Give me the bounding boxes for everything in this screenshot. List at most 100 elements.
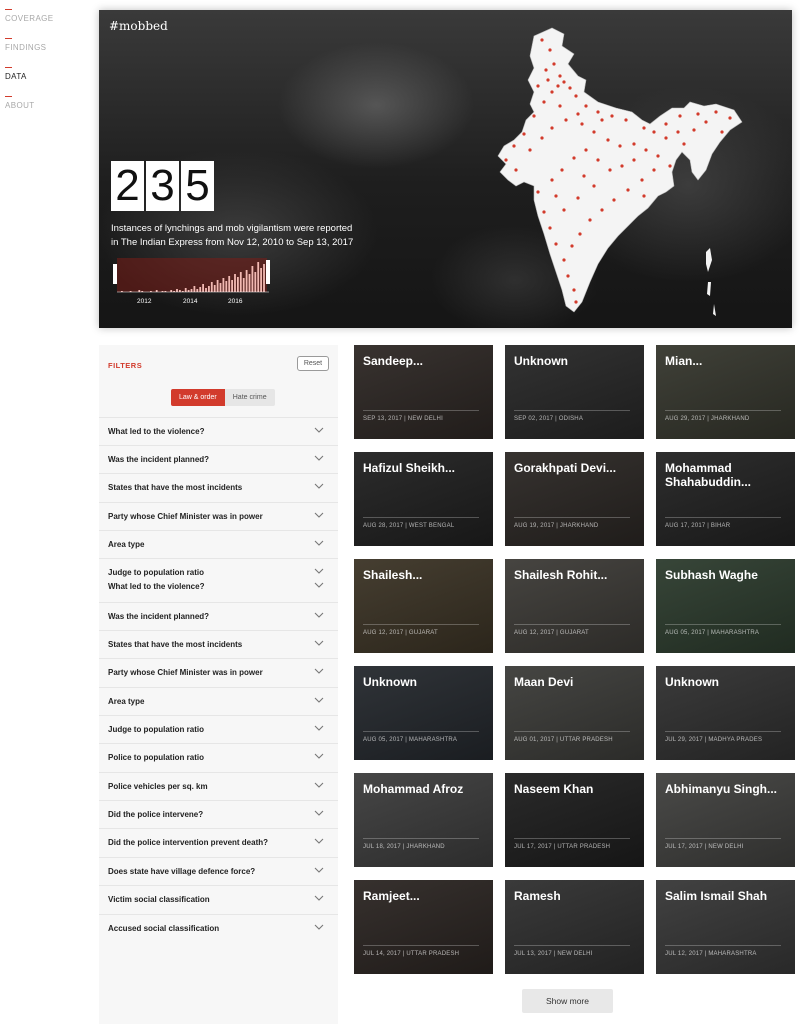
incident-card[interactable]: Gorakhpati Devi... AUG 19, 2017 | JHARKHA… (505, 452, 644, 546)
crime-type-toggle: Law & order Hate crime (171, 389, 275, 406)
histogram-bar (237, 277, 239, 292)
nav-item-about[interactable]: ABOUT (5, 96, 35, 110)
filter-row[interactable]: Was the incident planned? (99, 445, 338, 473)
filters-panel: FILTERS Reset Law & order Hate crime Wha… (99, 345, 338, 1024)
victim-name: Mian... (665, 354, 703, 368)
incident-card[interactable]: Mian... AUG 29, 2017 | JHARKHAND (656, 345, 795, 439)
incident-card[interactable]: Salim Ismail Shah JUL 12, 2017 | MAHARASH… (656, 880, 795, 974)
filter-row[interactable]: Did the police intervention prevent deat… (99, 828, 338, 856)
incident-dot (570, 244, 574, 248)
incident-dot (668, 164, 672, 168)
incident-dot (558, 74, 562, 78)
india-incident-map[interactable] (494, 20, 754, 320)
histogram-bar (205, 288, 207, 292)
incident-dot (554, 242, 558, 246)
incident-date-location: AUG 05, 2017 | MAHARASHTRA (363, 737, 458, 743)
incident-dot (596, 158, 600, 162)
card-divider (665, 731, 781, 732)
nav-item-coverage[interactable]: COVERAGE (5, 9, 54, 23)
incident-dot (562, 80, 566, 84)
card-divider (363, 410, 479, 411)
incident-card[interactable]: Subhash Waghe AUG 05, 2017 | MAHARASHTRA (656, 559, 795, 653)
incident-dot (632, 142, 636, 146)
filter-row[interactable]: Was the incident planned? (99, 602, 338, 630)
incident-card[interactable]: Ramesh JUL 13, 2017 | NEW DELHI (505, 880, 644, 974)
hate-crime-toggle[interactable]: Hate crime (224, 389, 275, 406)
histogram-bar (190, 289, 193, 292)
chevron-down-icon (314, 867, 324, 873)
incident-date-location: AUG 12, 2017 | GUJARAT (514, 630, 589, 636)
incident-dot (560, 168, 564, 172)
victim-name: Ramesh (514, 889, 561, 903)
filter-row[interactable]: Area type (99, 530, 338, 558)
card-divider (665, 517, 781, 518)
incident-card[interactable]: Mohammad Shahabuddin... AUG 17, 2017 | BI… (656, 452, 795, 546)
india-outline (497, 27, 743, 313)
filter-row[interactable]: Did the police intervene? (99, 800, 338, 828)
incident-card[interactable]: Naseem Khan JUL 17, 2017 | UTTAR PRADESH (505, 773, 644, 867)
card-divider (665, 945, 781, 946)
incident-dot (652, 130, 656, 134)
incident-card[interactable]: Unknown JUL 29, 2017 | MADHYA PRADES (656, 666, 795, 760)
timeline-year: 2016 (228, 298, 243, 305)
filter-row[interactable]: Party whose Chief Minister was in power (99, 502, 338, 530)
filter-row[interactable]: Police vehicles per sq. km (99, 772, 338, 800)
filter-row[interactable]: States that have the most incidents (99, 473, 338, 501)
law-order-toggle[interactable]: Law & order (171, 389, 225, 406)
hero-banner: #mobbed 2 3 5 Instances of lynchings and… (99, 10, 792, 328)
filter-row[interactable]: Does state have village defence force? (99, 857, 338, 885)
victim-name: Naseem Khan (514, 782, 594, 796)
filter-row[interactable]: Accused social classification (99, 914, 338, 942)
chevron-down-icon (314, 924, 324, 930)
filter-row[interactable]: Police to population ratio (99, 743, 338, 771)
incident-dot (610, 114, 614, 118)
filter-row[interactable]: What led to the violence? (99, 573, 338, 601)
filter-label: Accused social classification (108, 924, 220, 933)
incident-card[interactable]: Abhimanyu Singh... JUL 17, 2017 | NEW DEL… (656, 773, 795, 867)
filter-label: Party whose Chief Minister was in power (108, 512, 263, 521)
timeline-labels: 2012 2014 2016 (113, 298, 275, 308)
victim-name: Hafizul Sheikh... (363, 461, 456, 475)
incident-card[interactable]: Hafizul Sheikh... AUG 28, 2017 | WEST BEN… (354, 452, 493, 546)
incident-card[interactable]: Shailesh... AUG 12, 2017 | GUJARAT (354, 559, 493, 653)
incident-card[interactable]: Shailesh Rohit... AUG 12, 2017 | GUJARAT (505, 559, 644, 653)
incident-card[interactable]: Ramjeet... JUL 14, 2017 | UTTAR PRADESH (354, 880, 493, 974)
filter-row[interactable]: What led to the violence? (99, 417, 338, 445)
filter-row[interactable]: States that have the most incidents (99, 630, 338, 658)
nav-item-findings[interactable]: FINDINGS (5, 38, 46, 52)
incident-dot (728, 116, 732, 120)
card-divider (665, 410, 781, 411)
reset-button[interactable]: Reset (297, 356, 329, 371)
incident-card[interactable]: Mohammad Afroz JUL 18, 2017 | JHARKHAND (354, 773, 493, 867)
victim-name: Shailesh... (363, 568, 423, 582)
incident-dot (606, 138, 610, 142)
incident-dot (678, 114, 682, 118)
incident-card[interactable]: Maan Devi AUG 01, 2017 | UTTAR PRADESH (505, 666, 644, 760)
histogram-bar (248, 274, 251, 292)
filter-label: Judge to population ratio (108, 725, 204, 734)
chevron-down-icon (314, 582, 324, 588)
victim-name: Subhash Waghe (665, 568, 758, 582)
chevron-down-icon (314, 838, 324, 844)
incident-dot (588, 218, 592, 222)
incident-dot (576, 112, 580, 116)
victim-name: Unknown (363, 675, 417, 689)
incident-dot (572, 156, 576, 160)
timeline-histogram[interactable] (113, 258, 275, 294)
filter-row[interactable]: Judge to population ratio (99, 715, 338, 743)
filter-row[interactable]: Area type (99, 687, 338, 715)
incident-dot (652, 168, 656, 172)
card-divider (363, 838, 479, 839)
incident-card[interactable]: Sandeep... SEP 13, 2017 | NEW DELHI (354, 345, 493, 439)
chevron-down-icon (314, 455, 324, 461)
histogram-bar (263, 264, 265, 292)
incident-card[interactable]: Unknown AUG 05, 2017 | MAHARASHTRA (354, 666, 493, 760)
incident-dot (696, 112, 700, 116)
filter-row[interactable]: Party whose Chief Minister was in power (99, 658, 338, 686)
show-more-button[interactable]: Show more (522, 989, 613, 1013)
nav-dash (5, 96, 12, 97)
filter-label: What led to the violence? (108, 582, 205, 591)
filter-row[interactable]: Victim social classification (99, 885, 338, 913)
nav-item-data[interactable]: DATA (5, 67, 27, 81)
incident-card[interactable]: Unknown SEP 02, 2017 | ODISHA (505, 345, 644, 439)
